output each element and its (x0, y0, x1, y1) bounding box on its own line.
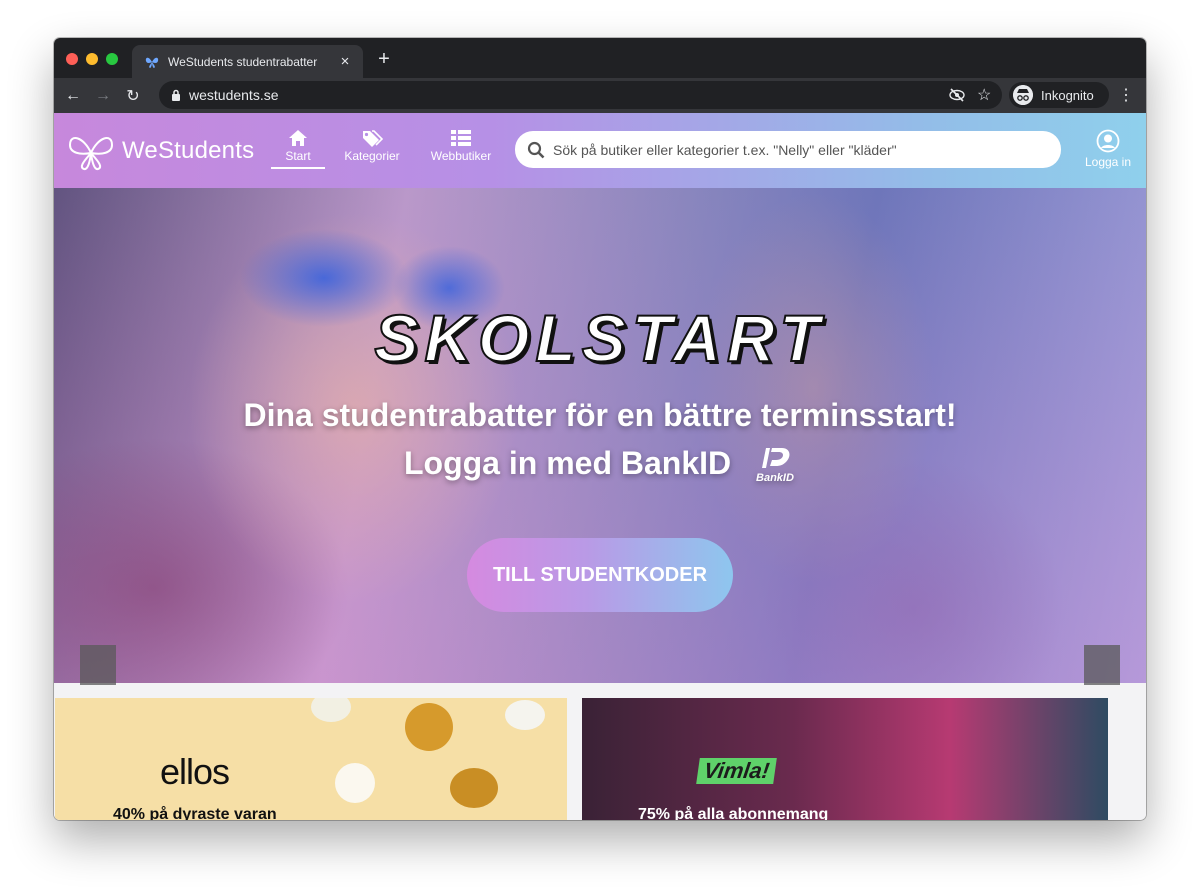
forward-icon[interactable]: → (92, 87, 114, 105)
home-icon (289, 130, 307, 146)
incognito-profile-button[interactable]: Inkognito (1009, 82, 1109, 108)
till-studentkoder-button[interactable]: TILL STUDENTKODER (467, 538, 733, 612)
nav-kategorier-label: Kategorier (344, 149, 400, 163)
butterfly-favicon-icon (145, 57, 159, 68)
site-header: WeStudents Start Kategorier Webbutiker S… (54, 113, 1146, 188)
flower-decoration (505, 700, 545, 730)
offer-card-ellos[interactable]: ellos 40% på dyraste varan (55, 698, 567, 820)
butterfly-logo-icon (68, 137, 114, 171)
carousel-next-button[interactable] (1084, 645, 1120, 685)
hero-subtitle: Dina studentrabatter för en bättre termi… (243, 397, 957, 433)
eye-off-icon[interactable] (949, 88, 965, 102)
url-text: westudents.se (189, 87, 279, 103)
nav-start[interactable]: Start (271, 129, 325, 169)
carousel-prev-button[interactable] (80, 645, 116, 685)
user-icon (1096, 129, 1120, 153)
flower-decoration (335, 763, 375, 803)
offer-card-vimla[interactable]: Vimla! 75% på alla abonnemang (582, 698, 1108, 820)
flower-decoration (405, 703, 453, 751)
ellos-logo: ellos (160, 751, 230, 792)
nav-webbutiker-label: Webbutiker (430, 149, 492, 163)
nav-kategorier[interactable]: Kategorier (344, 129, 400, 163)
webpage: WeStudents Start Kategorier Webbutiker S… (54, 113, 1146, 820)
browser-menu-icon[interactable]: ⋮ (1118, 85, 1134, 105)
profile-label: Inkognito (1041, 87, 1094, 103)
logo-text: WeStudents (122, 137, 255, 164)
list-icon (451, 130, 471, 146)
close-window-button[interactable] (66, 53, 78, 65)
tab-close-icon[interactable]: × (335, 53, 355, 70)
search-bar[interactable] (515, 131, 1061, 168)
search-input[interactable] (553, 141, 1061, 158)
bankid-label: BankID (756, 471, 794, 484)
offer-carousel: ellos 40% på dyraste varan Vimla! 75% på… (54, 683, 1146, 820)
login-button[interactable]: Logga in (1082, 129, 1134, 169)
flower-decoration (311, 698, 351, 722)
hero-login-text: Logga in med BankID (403, 445, 732, 481)
hero-headline: SKOLSTART (373, 300, 826, 376)
incognito-icon (1013, 85, 1033, 105)
offer-text: 40% på dyraste varan (113, 806, 277, 820)
offer-text: 75% på alla abonnemang (638, 806, 829, 820)
new-tab-button[interactable]: + (372, 47, 396, 71)
nav-webbutiker[interactable]: Webbutiker (429, 129, 493, 163)
hero-banner: SKOLSTART Dina studentrabatter för en bä… (54, 188, 1146, 683)
bankid-logo: BankID (756, 446, 796, 486)
site-logo[interactable]: WeStudents (66, 131, 254, 171)
browser-window: WeStudents studentrabatter × + ← → ↻ wes… (54, 38, 1146, 820)
tab-title: WeStudents studentrabatter (168, 54, 318, 69)
browser-tab[interactable]: WeStudents studentrabatter × (132, 45, 363, 78)
reload-icon[interactable]: ↻ (122, 86, 144, 106)
tab-bar: WeStudents studentrabatter × + (54, 38, 1146, 78)
vimla-logo: Vimla! (696, 758, 778, 784)
bookmark-star-icon[interactable]: ☆ (977, 85, 991, 105)
tags-icon (363, 130, 383, 147)
nav-start-label: Start (285, 149, 311, 163)
flower-decoration (450, 768, 498, 808)
address-bar[interactable]: westudents.se ☆ (159, 81, 1002, 109)
search-icon (527, 141, 545, 158)
maximize-window-button[interactable] (106, 53, 118, 65)
minimize-window-button[interactable] (86, 53, 98, 65)
hero-login-line: Logga in med BankID BankID (54, 445, 1146, 486)
browser-toolbar: ← → ↻ westudents.se ☆ Inkognito ⋮ (54, 78, 1146, 113)
lock-icon (172, 89, 180, 101)
login-label: Logga in (1084, 155, 1132, 169)
back-icon[interactable]: ← (62, 87, 84, 105)
